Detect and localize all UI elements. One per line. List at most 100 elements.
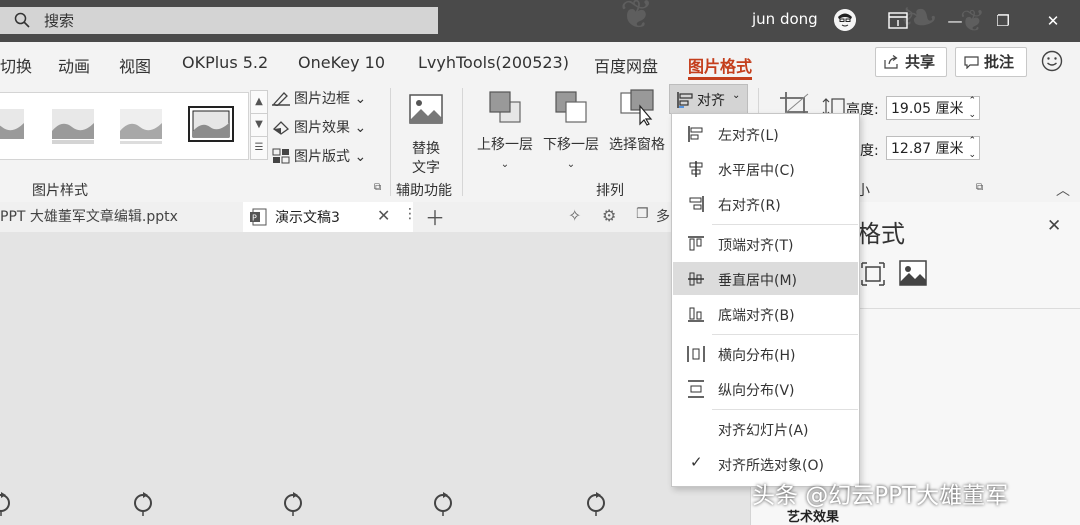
menu-item-label: 垂直居中(M) [718,273,798,289]
height-spinner[interactable]: ⌃ ⌄ [968,94,976,122]
comment-icon [964,56,979,69]
title-bar: ❦ ❧ ❦ 搜索 jun dong — ❐ ✕ [0,0,1080,42]
style-thumbnail[interactable] [50,105,96,145]
selection-pane-label: 选择窗格 [609,137,665,153]
selection-pane-button[interactable]: 选择窗格 [604,88,670,155]
new-tab-button[interactable]: ＋ [425,202,445,231]
close-tab-icon[interactable]: ✕ [377,206,390,225]
menu-item-label: 横向分布(H) [718,348,796,364]
doc-tab-more[interactable]: 多 [656,206,670,226]
width-spinner[interactable]: ⌃ ⌄ [968,134,976,162]
picture-border-label: 图片边框 [294,91,350,107]
feedback-smiley-icon[interactable] [1041,50,1063,72]
align-top-icon [688,236,704,251]
active-tab-indicator [688,77,752,80]
align-right-icon [689,196,704,212]
tab-options-icon[interactable]: ⋮ [403,206,417,222]
menu-separator [712,409,858,410]
menu-item-align-middle[interactable]: 垂直居中(M) [673,262,858,295]
align-bottom-icon [688,307,704,322]
picture-layout-button[interactable]: 图片版式 ⌄ [272,146,366,166]
style-thumbnail[interactable] [118,105,164,145]
collapse-ribbon-icon[interactable]: ︿ [1056,180,1070,200]
size-dialog-launcher-icon[interactable]: ⧉ [976,182,983,193]
close-button[interactable]: ✕ [1040,8,1066,34]
menu-item-distribute-horizontally[interactable]: 横向分布(H) [673,337,858,370]
menu-item-label: 底端对齐(B) [718,308,795,324]
rotate-handle-icon[interactable] [0,490,14,516]
align-button[interactable]: 对齐 ⌄ [669,84,748,114]
gallery-scroll-down[interactable]: ▼ [250,113,268,137]
picture-icon[interactable] [899,260,927,286]
group-label-accessibility: 辅助功能 [396,183,452,199]
slide-canvas[interactable] [0,232,750,525]
replace-text-button[interactable]: 替换 文字 [400,92,452,178]
menu-item-align-bottom[interactable]: 底端对齐(B) [673,297,858,330]
width-input[interactable]: 12.87 厘米 ⌃ ⌄ [886,136,980,160]
send-backward-button[interactable]: 下移一层 ⌄ [538,88,604,174]
menu-separator [712,224,858,225]
bring-forward-button[interactable]: 上移一层 ⌄ [470,88,540,174]
pin-icon[interactable]: ✧ [568,206,581,225]
ribbon-body: ▲ ▼ ☰ 图片边框 ⌄ 图片效果 ⌄ 图片版式 ⌄ 图片样式 ⧉ 替换 文字 … [0,82,1080,203]
tab-onekey[interactable]: OneKey 10 [298,53,385,72]
dialog-launcher-icon[interactable]: ⧉ [374,182,381,193]
gallery-scroll-up[interactable]: ▲ [250,90,268,114]
selection-pane-icon [620,89,654,126]
send-backward-icon [555,91,587,123]
rotate-handle-icon[interactable] [130,490,156,516]
picture-effects-button[interactable]: 图片效果 ⌄ [272,117,366,137]
menu-item-align-top[interactable]: 顶端对齐(T) [673,227,858,260]
pane-close-button[interactable]: ✕ [1047,216,1061,236]
doc-tab-active[interactable]: P 演示文稿3 ✕ ⋮ [243,202,417,232]
svg-text:P: P [252,214,257,223]
picture-border-button[interactable]: 图片边框 ⌄ [272,88,366,108]
tab-okplus[interactable]: OKPlus 5.2 [182,53,268,72]
tab-view[interactable]: 视图 [119,53,151,77]
style-thumbnail[interactable] [188,105,234,145]
tab-transitions[interactable]: 切换 [0,53,32,77]
menu-item-distribute-vertically[interactable]: 纵向分布(V) [673,372,858,405]
avatar[interactable] [834,9,856,31]
pane-title: 格式 [857,220,905,248]
replace-text-label-1: 替换 [412,141,440,157]
gallery-more[interactable]: ☰ [250,136,268,160]
tab-lvyhtools[interactable]: LvyhTools(200523) [418,53,569,72]
doc-tab-file1[interactable]: PPT 大雄董军文章编辑.pptx [0,206,178,226]
tab-picture-format[interactable]: 图片格式 [688,53,752,77]
powerpoint-file-icon: P [250,208,267,226]
ribbon-display-options-icon[interactable] [888,12,908,30]
menu-separator [712,334,858,335]
gear-icon[interactable]: ⚙ [602,206,616,225]
align-left-icon [688,126,703,142]
rotate-handle-icon[interactable] [430,490,456,516]
search-box[interactable]: 搜索 [0,7,438,34]
tab-baidu-netdisk[interactable]: 百度网盘 [594,53,658,77]
replace-text-label-2: 文字 [412,160,440,176]
picture-style-gallery[interactable] [0,92,249,160]
menu-item-align-to-slide[interactable]: 对齐幻灯片(A) [673,412,858,445]
align-dropdown-menu: 左对齐(L) 水平居中(C) 右对齐(R) 顶端对齐(T) 垂直居中(M) 底端… [671,113,860,487]
alt-text-picture-icon [409,94,443,124]
share-button[interactable]: 共享 [875,47,947,77]
style-thumbnail[interactable] [0,105,26,145]
comment-button[interactable]: 批注 [955,47,1027,77]
restore-button[interactable]: ❐ [990,8,1016,34]
menu-item-align-center[interactable]: 水平居中(C) [673,152,858,185]
minimize-button[interactable]: — [942,8,968,34]
menu-item-label: 右对齐(R) [718,198,781,214]
user-name[interactable]: jun dong [752,10,818,28]
share-icon [884,55,898,69]
menu-item-align-left[interactable]: 左对齐(L) [673,117,858,150]
menu-item-align-right[interactable]: 右对齐(R) [673,187,858,220]
height-input[interactable]: 19.05 厘米 ⌃ ⌄ [886,96,980,120]
rotate-handle-icon[interactable] [583,490,609,516]
windows-icon[interactable]: ❐ [636,206,649,222]
picture-effects-label: 图片效果 [294,120,350,136]
tab-animations[interactable]: 动画 [58,53,90,77]
watermark-text: 头条 @幻云PPT大雄董军 [752,483,1009,509]
rotate-handle-icon[interactable] [280,490,306,516]
size-properties-icon[interactable] [861,262,885,286]
share-label: 共享 [905,53,936,71]
align-middle-icon [688,272,704,286]
